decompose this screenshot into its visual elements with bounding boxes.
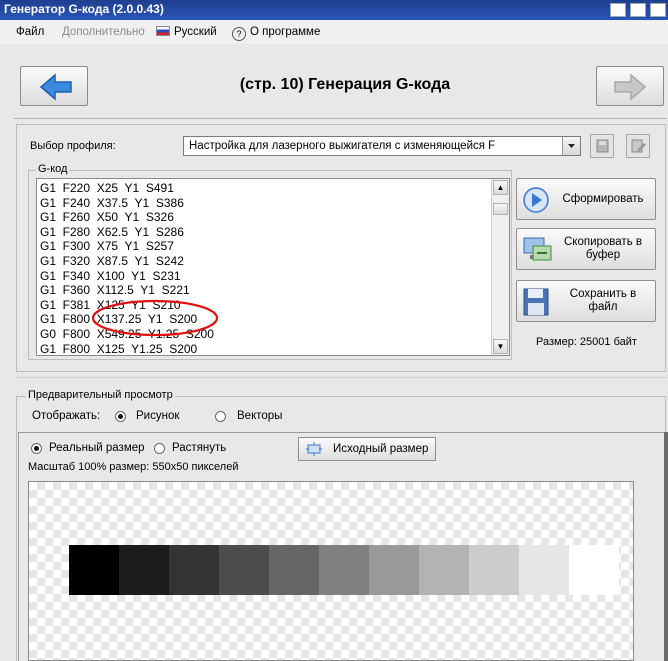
gcode-line: G1 F320 X87.5 Y1 S242 <box>40 254 184 268</box>
gradient-swatch <box>269 545 319 595</box>
real-size-radio[interactable] <box>31 443 42 454</box>
help-icon: ? <box>232 27 246 41</box>
gradient-swatch <box>519 545 569 595</box>
preview-border <box>664 432 668 661</box>
original-size-button[interactable]: Исходный размер <box>298 437 436 461</box>
gradient-swatch <box>419 545 469 595</box>
scroll-down-icon[interactable]: ▼ <box>493 339 508 354</box>
menu-language-label: Русский <box>174 26 217 38</box>
output-size: Размер: 25001 байт <box>536 336 637 348</box>
picture-radio-label[interactable]: Рисунок <box>136 410 179 422</box>
stretch-radio-label[interactable]: Растянуть <box>172 442 226 454</box>
forward-button[interactable] <box>596 66 664 106</box>
gcode-line: G1 F260 X50 Y1 S326 <box>40 210 174 225</box>
gcode-line: G1 F300 X75 Y1 S257 <box>40 239 174 254</box>
gradient-swatch <box>469 545 519 595</box>
gradient-swatch <box>569 545 619 595</box>
vectors-radio[interactable] <box>215 411 226 422</box>
scroll-up-icon[interactable]: ▲ <box>493 180 508 195</box>
display-mode-label: Отображать: <box>32 410 101 422</box>
profile-selected-value: Настройка для лазерного выжигателя с изм… <box>189 140 496 152</box>
menu-about-label: О программе <box>250 26 321 38</box>
maximize-button[interactable] <box>630 3 646 17</box>
menu-extra[interactable]: Дополнительно <box>62 26 145 38</box>
generate-button-label: Сформировать <box>562 192 644 205</box>
divider <box>14 118 666 119</box>
gcode-line: G1 F280 X62.5 Y1 S286 <box>40 224 184 239</box>
stretch-radio[interactable] <box>154 443 165 454</box>
fit-size-icon <box>306 442 322 456</box>
red-annotation-ellipse <box>91 299 219 337</box>
copy-clipboard-icon <box>523 237 552 261</box>
original-size-button-label: Исходный размер <box>333 443 429 455</box>
grayscale-gradient-image <box>69 545 619 595</box>
profile-label: Выбор профиля: <box>30 140 116 152</box>
gcode-text-area[interactable]: G1 F220 X25 Y1 S491 G1 F240 X37.5 Y1 S386… <box>36 178 510 356</box>
chevron-down-icon[interactable] <box>562 137 580 155</box>
divider <box>16 377 666 378</box>
menu-language[interactable]: Русский <box>156 26 217 38</box>
russia-flag-icon <box>156 26 170 36</box>
generate-button[interactable]: Сформировать <box>516 178 656 220</box>
gradient-swatch <box>69 545 119 595</box>
title-bar: Генератор G-кода (2.0.0.43) <box>0 0 668 20</box>
scale-info: Масштаб 100% размер: 550х50 пикселей <box>28 461 239 473</box>
menu-bar: Файл Дополнительно Русский ? О программе <box>0 20 668 44</box>
gradient-swatch <box>169 545 219 595</box>
right-arrow-icon <box>614 73 647 101</box>
copy-to-clipboard-button[interactable]: Скопировать в буфер <box>516 228 656 270</box>
page-title: (стр. 10) Генерация G-кода <box>239 76 451 93</box>
window-title: Генератор G-кода (2.0.0.43) <box>4 2 164 16</box>
gcode-group-label: G-код <box>36 163 70 175</box>
gcode-line: G1 F340 X100 Y1 S231 <box>40 268 181 283</box>
scroll-thumb[interactable] <box>493 203 508 215</box>
menu-about[interactable]: ? О программе <box>232 26 320 41</box>
save-button-label: Сохранить в файл <box>569 288 637 313</box>
gradient-swatch <box>119 545 169 595</box>
gcode-line: G1 F240 X37.5 Y1 S386 <box>40 195 184 210</box>
image-preview-canvas[interactable] <box>28 481 634 661</box>
left-arrow-icon <box>39 73 72 101</box>
picture-radio[interactable] <box>115 411 126 422</box>
real-size-radio-label[interactable]: Реальный размер <box>49 442 145 454</box>
save-to-file-button[interactable]: Сохранить в файл <box>516 280 656 322</box>
floppy-disk-icon <box>523 288 549 316</box>
menu-file[interactable]: Файл <box>16 26 44 38</box>
back-button[interactable] <box>20 66 88 106</box>
play-icon <box>523 187 549 213</box>
profile-select[interactable]: Настройка для лазерного выжигателя с изм… <box>183 136 581 156</box>
save-profile-icon[interactable] <box>590 134 614 158</box>
vectors-radio-label[interactable]: Векторы <box>237 410 282 422</box>
minimize-button[interactable] <box>610 3 626 17</box>
gradient-swatch <box>369 545 419 595</box>
close-button[interactable] <box>650 3 666 17</box>
gradient-swatch <box>219 545 269 595</box>
gradient-swatch <box>319 545 369 595</box>
edit-profile-icon[interactable] <box>626 134 650 158</box>
copy-button-label: Скопировать в буфер <box>564 236 642 261</box>
preview-group-label: Предварительный просмотр <box>26 389 175 401</box>
gcode-line: G1 F220 X25 Y1 S491 <box>40 181 174 195</box>
vertical-scrollbar[interactable]: ▲ ▼ <box>491 179 509 355</box>
